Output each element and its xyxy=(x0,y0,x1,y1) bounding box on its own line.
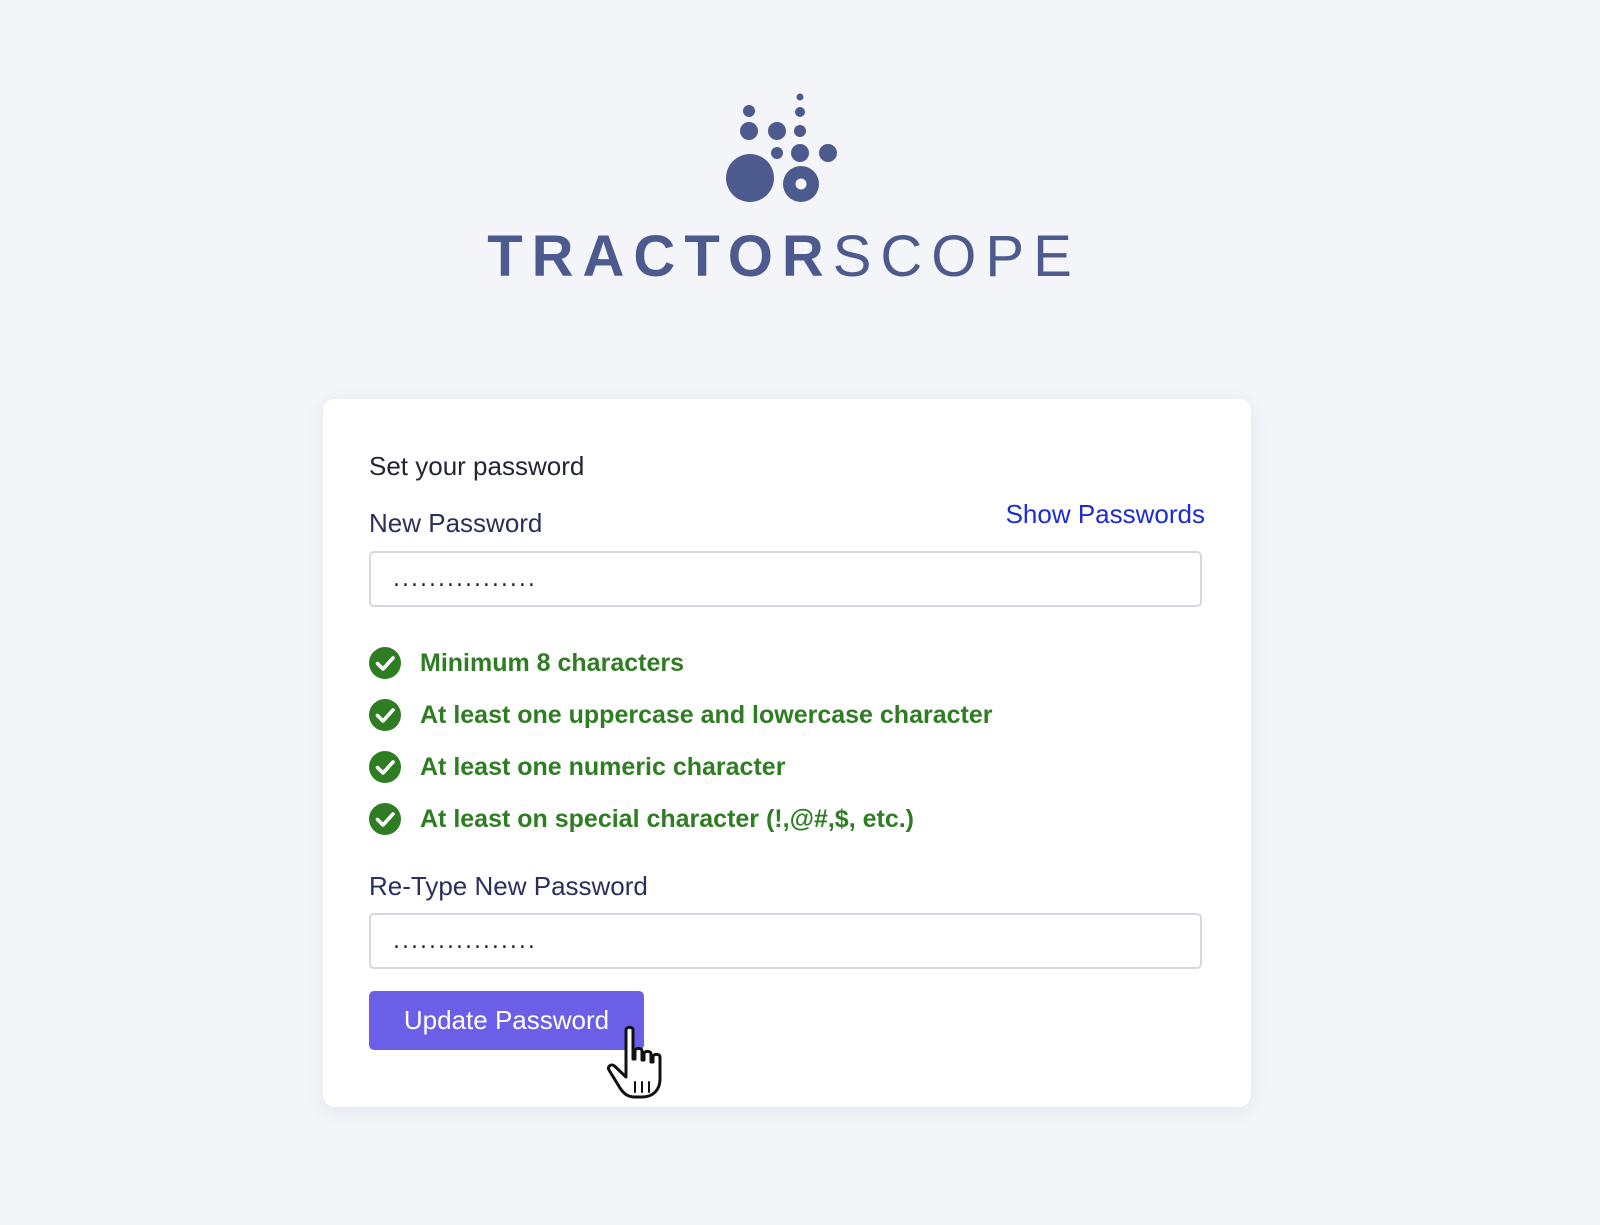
requirement-text: At least on special character (!,@#,$, e… xyxy=(420,804,915,833)
requirement-text: At least one uppercase and lowercase cha… xyxy=(420,700,993,729)
requirement-item: At least one numeric character xyxy=(369,741,992,793)
check-circle-icon xyxy=(369,803,401,835)
update-password-button[interactable]: Update Password xyxy=(369,991,644,1050)
requirement-item: Minimum 8 characters xyxy=(369,637,992,689)
hand-pointer-cursor-icon xyxy=(607,1025,662,1099)
password-card: Set your password New Password Show Pass… xyxy=(323,399,1251,1107)
requirement-item: At least one uppercase and lowercase cha… xyxy=(369,689,992,741)
password-requirements-list: Minimum 8 characters At least one upperc… xyxy=(369,637,992,845)
form-title: Set your password xyxy=(369,451,585,481)
requirement-item: At least on special character (!,@#,$, e… xyxy=(369,793,992,845)
requirement-text: At least one numeric character xyxy=(420,752,786,781)
retype-password-label: Re-Type New Password xyxy=(369,871,648,901)
tractorscope-logo-icon xyxy=(726,93,837,202)
new-password-input[interactable] xyxy=(369,551,1202,607)
requirement-text: Minimum 8 characters xyxy=(420,648,684,677)
brand-name-strong: TRACTOR xyxy=(487,224,833,289)
brand-wordmark: TRACTORSCOPE xyxy=(0,228,1568,286)
retype-password-input[interactable] xyxy=(369,913,1202,969)
check-circle-icon xyxy=(369,647,401,679)
check-circle-icon xyxy=(369,699,401,731)
brand-name-light: SCOPE xyxy=(832,224,1081,289)
check-circle-icon xyxy=(369,751,401,783)
new-password-label: New Password xyxy=(369,508,543,538)
show-passwords-link[interactable]: Show Passwords xyxy=(1006,499,1205,530)
